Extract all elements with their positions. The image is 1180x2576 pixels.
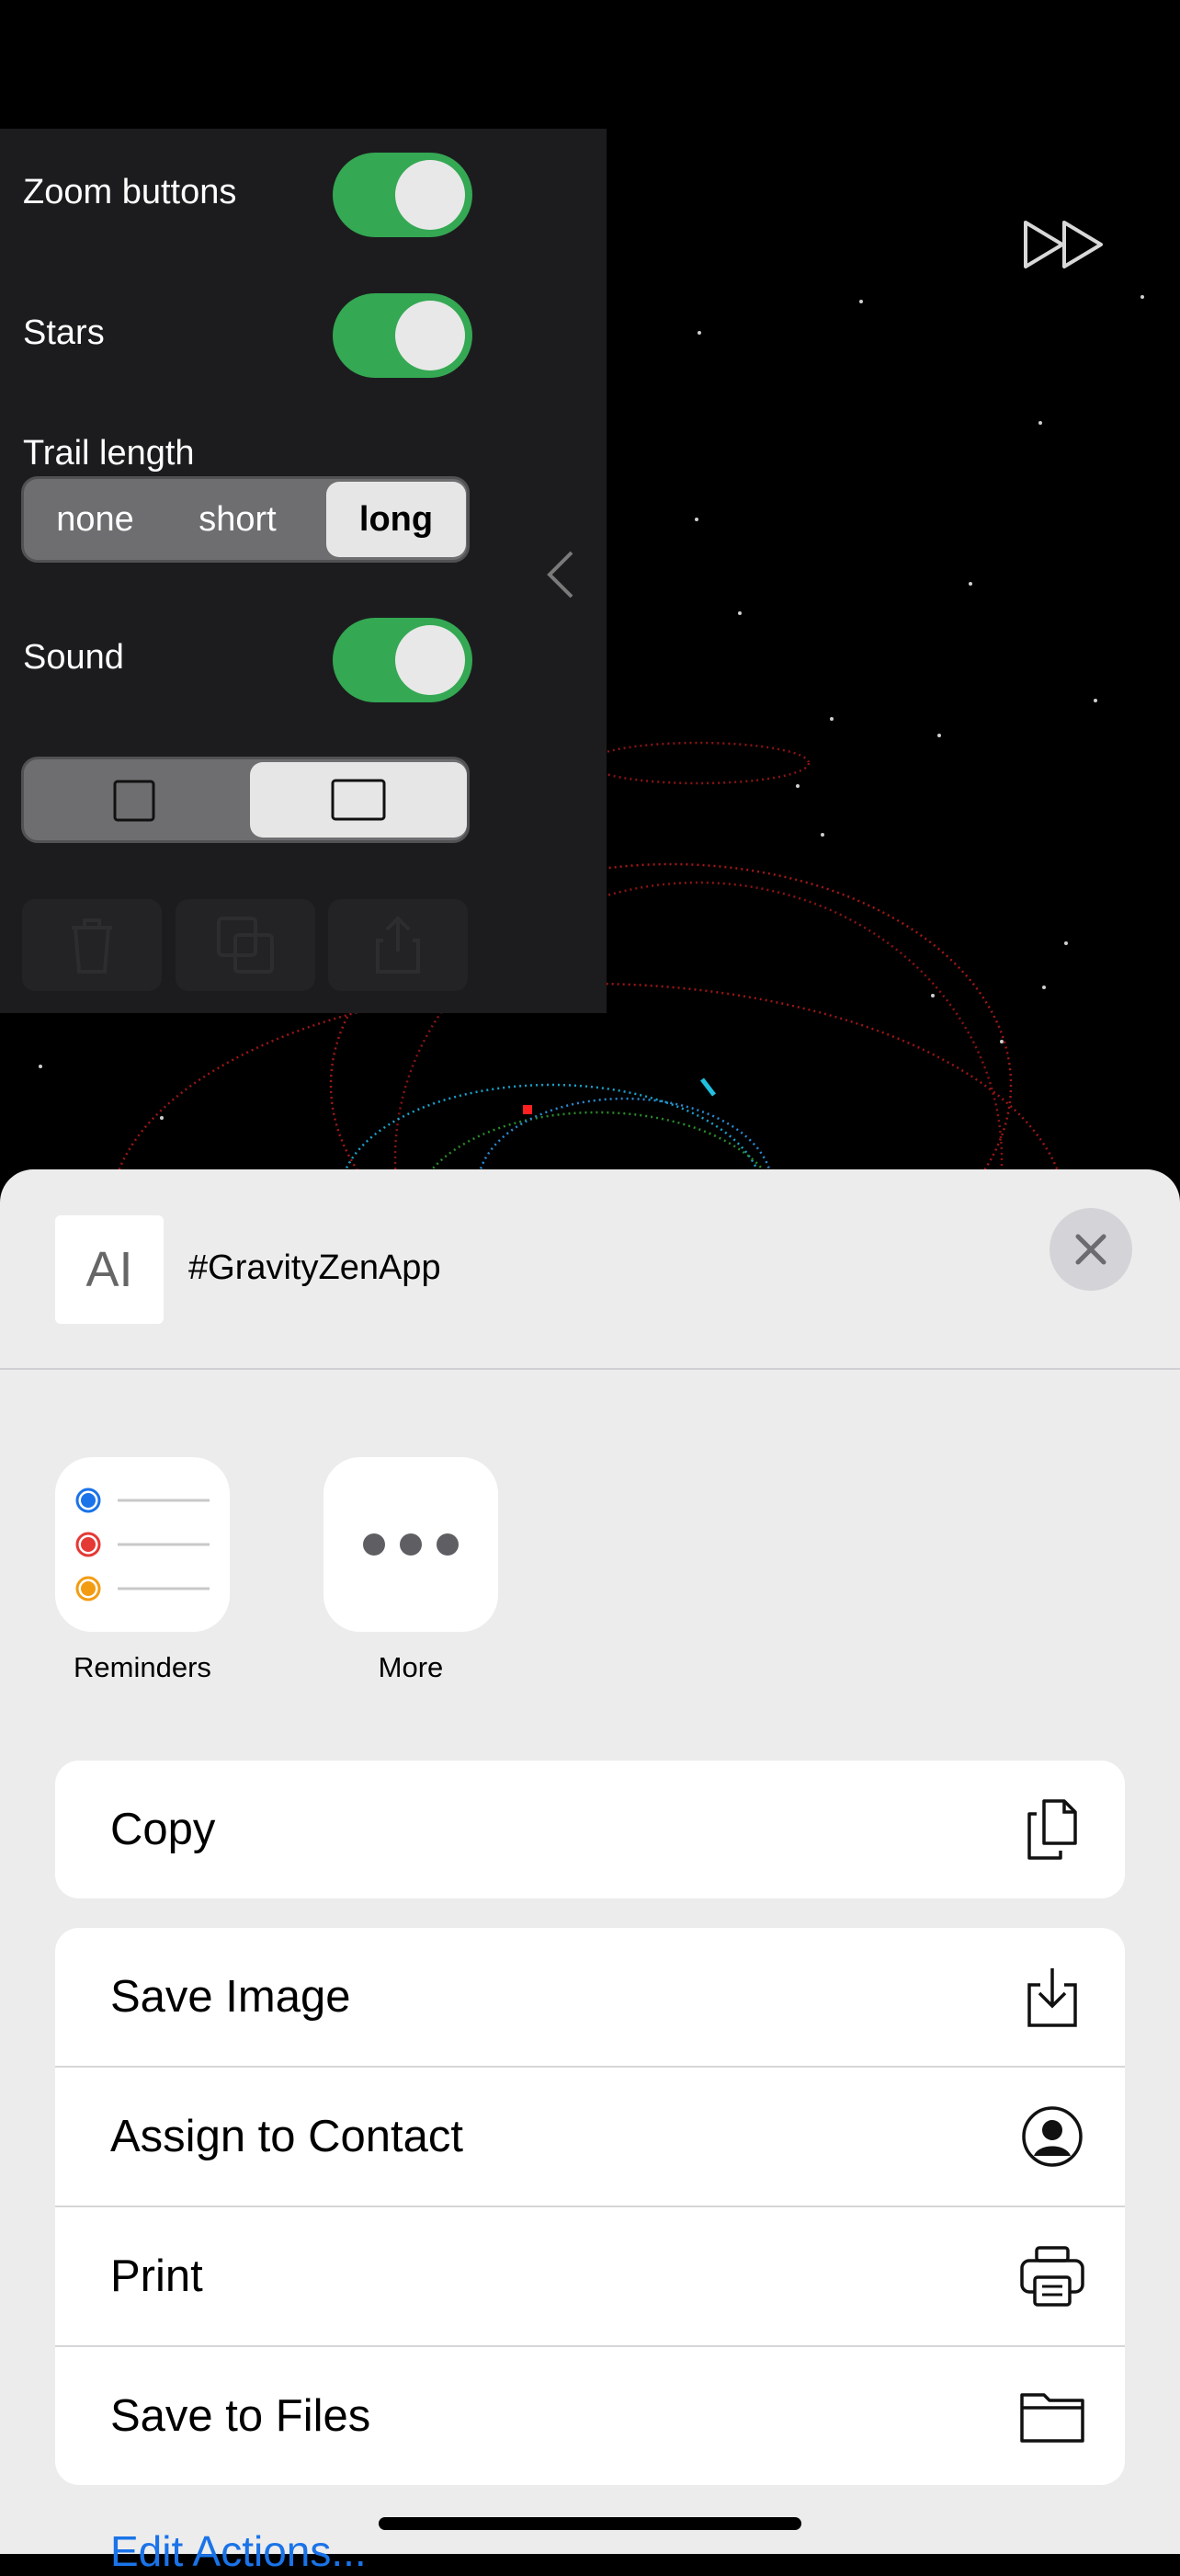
sound-toggle[interactable] — [333, 618, 472, 702]
assign-to-contact-action[interactable]: Assign to Contact — [55, 2068, 1125, 2207]
duplicate-button[interactable] — [176, 899, 315, 991]
stars-label: Stars — [23, 313, 105, 352]
folder-icon — [1020, 2393, 1084, 2443]
body-red — [523, 1105, 532, 1114]
stars-toggle[interactable] — [333, 293, 472, 378]
reminders-icon — [75, 1487, 210, 1601]
print-label: Print — [110, 2251, 203, 2301]
trail-option-none[interactable]: none — [24, 479, 166, 560]
copy-icon — [1027, 1799, 1077, 1860]
copy-action[interactable]: Copy — [55, 1761, 1125, 1898]
square-icon — [113, 780, 155, 822]
share-title: #GravityZenApp — [188, 1248, 441, 1287]
sound-label: Sound — [23, 638, 124, 677]
share-button[interactable] — [328, 899, 468, 991]
save-to-files-label: Save to Files — [110, 2391, 371, 2441]
toggle-knob — [395, 625, 465, 695]
trash-icon — [72, 918, 112, 974]
close-button[interactable] — [1050, 1208, 1132, 1291]
save-image-label: Save Image — [110, 1972, 351, 2022]
save-image-icon — [1027, 1968, 1077, 2027]
more-label: More — [378, 1651, 444, 1683]
trail-option-short[interactable]: short — [166, 479, 309, 560]
trail-option-long[interactable]: long — [326, 482, 466, 557]
header-divider — [0, 1368, 1180, 1370]
save-to-files-action[interactable]: Save to Files — [55, 2347, 1125, 2485]
save-image-action[interactable]: Save Image — [55, 1928, 1125, 2068]
close-icon — [1075, 1234, 1106, 1265]
settings-panel: Zoom buttons Stars Trail length none sho… — [0, 129, 607, 1013]
reminders-app-button[interactable] — [55, 1457, 230, 1632]
duplicate-icon — [217, 917, 274, 974]
zoom-buttons-label: Zoom buttons — [23, 173, 237, 211]
edit-actions-link[interactable]: Edit Actions... — [110, 2526, 367, 2576]
more-icon — [363, 1533, 459, 1556]
copy-group: Copy — [55, 1761, 1125, 1898]
share-icon — [376, 916, 420, 974]
assign-to-contact-label: Assign to Contact — [110, 2112, 464, 2161]
aspect-segmented-control — [21, 757, 470, 843]
actions-group: Save Image Assign to Contact Print Save … — [55, 1928, 1125, 2485]
toggle-knob — [395, 301, 465, 370]
trail-length-label: Trail length — [23, 434, 195, 473]
collapse-panel-chevron-icon[interactable] — [542, 547, 579, 602]
print-action[interactable]: Print — [55, 2207, 1125, 2347]
rectangle-icon — [331, 779, 386, 821]
reminders-label: Reminders — [74, 1651, 211, 1683]
printer-icon — [1020, 2246, 1084, 2307]
zoom-buttons-toggle[interactable] — [333, 153, 472, 237]
text-preview-thumbnail: AI — [55, 1215, 164, 1324]
fast-forward-icon[interactable] — [1022, 217, 1106, 272]
delete-button[interactable] — [22, 899, 162, 991]
contact-icon — [1022, 2106, 1083, 2167]
more-apps-button[interactable] — [323, 1457, 498, 1632]
trail-length-segmented-control: none short long — [21, 476, 470, 563]
copy-label: Copy — [110, 1805, 216, 1854]
home-indicator — [379, 2517, 801, 2530]
text-cursor-icon: AI — [85, 1242, 133, 1297]
toggle-knob — [395, 160, 465, 230]
body-cyan — [700, 1077, 716, 1097]
aspect-option-wide[interactable] — [250, 762, 467, 838]
aspect-option-square[interactable] — [24, 759, 244, 840]
